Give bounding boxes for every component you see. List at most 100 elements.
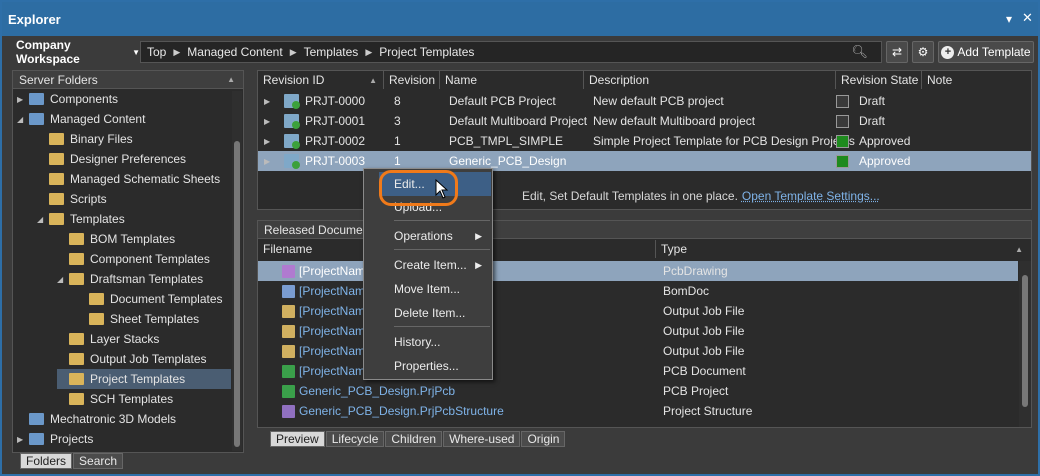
sort-up-icon[interactable]: ▲ [227, 75, 235, 84]
tree-item[interactable]: Layer Stacks [57, 329, 159, 349]
expanded-arrow-icon[interactable]: ◢ [17, 115, 29, 124]
column-name[interactable]: Name [440, 71, 584, 89]
tree-item[interactable]: Project Templates [57, 369, 231, 389]
workspace-selector[interactable]: Company Workspace ▼ [10, 38, 140, 66]
document-row[interactable]: Generic_PCB_Design.PrjPcb PCB Project [258, 381, 1018, 401]
collapsed-arrow-icon[interactable]: ▶ [17, 95, 29, 104]
cell-text: 1 [394, 134, 401, 148]
refresh-button[interactable]: ⇄ [886, 41, 908, 63]
tab-where-used[interactable]: Where-used [443, 431, 521, 447]
column-description[interactable]: Description [584, 71, 836, 89]
tree-item[interactable]: Binary Files [37, 129, 133, 149]
state-color-swatch [836, 94, 849, 108]
revision-row[interactable]: ▶ PRJT-0001 3 Default Multiboard Project New… [258, 111, 1031, 131]
expand-arrow-icon[interactable]: ▶ [264, 131, 270, 151]
close-icon[interactable]: ✕ [1022, 10, 1033, 26]
tree-item[interactable]: Output Job Templates [57, 349, 207, 369]
menu-item-history[interactable]: History... [394, 332, 488, 352]
menu-item-create-item[interactable]: Create Item... ▶ [394, 255, 488, 275]
cell-text: Draft [859, 114, 886, 128]
menu-item-label: Delete Item... [394, 306, 466, 320]
search-icon[interactable]: 🔍︎ [851, 44, 868, 60]
expand-arrow-icon[interactable]: ▶ [264, 111, 270, 131]
column-type[interactable]: Type ▲ [656, 240, 1031, 258]
cell-filename: [ProjectNam [282, 321, 365, 341]
breadcrumb-item[interactable]: Templates [304, 45, 359, 59]
revision-row[interactable]: ▶ PRJT-0002 1 PCB_TMPL_SIMPLE Simple Project… [258, 131, 1031, 151]
document-row[interactable]: Generic_PCB_Design.PrjPcbStructure Projec… [258, 401, 1018, 421]
tree-item[interactable]: ▶ Projects [17, 429, 93, 449]
tree-item[interactable]: Designer Preferences [37, 149, 186, 169]
tree-item[interactable]: Scripts [37, 189, 107, 209]
tree-item[interactable]: ▶ Components [17, 89, 118, 109]
document-tabs: Preview Lifecycle Children Where-used Or… [270, 431, 566, 447]
pin-icon[interactable]: ▾ [1006, 12, 1012, 26]
tree-item[interactable]: ◢ Templates [37, 209, 125, 229]
folder-icon [69, 273, 84, 285]
breadcrumb[interactable]: Top ▶ Managed Content ▶ Templates ▶ Project… [140, 41, 882, 63]
breadcrumb-arrow-icon: ▶ [289, 46, 297, 57]
tree-item[interactable]: BOM Templates [57, 229, 175, 249]
revision-row[interactable]: ▶ PRJT-0000 8 Default PCB Project New defaul… [258, 91, 1031, 111]
tree-item-label: Binary Files [70, 132, 133, 146]
state-color-swatch [836, 134, 849, 148]
explorer-window: Explorer ▾ ✕ Company Workspace ▼ Top ▶ Ma… [0, 0, 1040, 476]
cell-text: New default PCB project [593, 94, 724, 108]
column-revision-state[interactable]: Revision State [836, 71, 922, 89]
tree-item-label: Document Templates [110, 292, 223, 306]
tree-item[interactable]: Managed Schematic Sheets [37, 169, 220, 189]
breadcrumb-arrow-icon: ▶ [365, 46, 373, 57]
tree-item-label: Templates [70, 212, 125, 226]
project-template-icon [284, 94, 300, 109]
column-revision[interactable]: Revision [384, 71, 440, 89]
tree-item[interactable]: Sheet Templates [77, 309, 199, 329]
tree-scrollbar[interactable] [232, 91, 242, 451]
project-template-icon [284, 134, 300, 149]
menu-item-move-item[interactable]: Move Item... [394, 279, 488, 299]
folder-icon [69, 253, 84, 265]
add-template-button[interactable]: + Add Template [938, 41, 1034, 63]
tree-item[interactable]: ◢ Draftsman Templates [57, 269, 203, 289]
tab-folders[interactable]: Folders [20, 453, 73, 469]
tree-item-label: Mechatronic 3D Models [50, 412, 177, 426]
breadcrumb-item[interactable]: Top [147, 45, 166, 59]
expand-arrow-icon[interactable]: ▶ [264, 151, 270, 171]
cell-type: BomDoc [663, 284, 710, 298]
open-template-settings-link[interactable]: Open Template Settings... [742, 189, 880, 203]
settings-button[interactable]: ⚙ [912, 41, 934, 63]
documents-scrollbar[interactable] [1019, 261, 1031, 427]
cell-filename: Generic_PCB_Design.PrjPcb [282, 381, 455, 401]
tree-item-label: Managed Schematic Sheets [70, 172, 221, 186]
tab-origin[interactable]: Origin [521, 431, 566, 447]
menu-item-operations[interactable]: Operations ▶ [394, 226, 488, 246]
tree-item[interactable]: Component Templates [57, 249, 210, 269]
released-documents-title: Released Documents [264, 222, 379, 237]
column-note[interactable]: Note [922, 71, 1031, 89]
menu-item-delete-item[interactable]: Delete Item... [394, 303, 488, 323]
tab-preview[interactable]: Preview [270, 431, 325, 447]
tree-item-label: BOM Templates [90, 232, 176, 246]
tab-children[interactable]: Children [385, 431, 443, 447]
breadcrumb-item[interactable]: Project Templates [379, 45, 474, 59]
tree-item[interactable]: ◢ Managed Content [17, 109, 145, 129]
collapsed-arrow-icon[interactable]: ▶ [17, 435, 29, 444]
breadcrumb-item[interactable]: Managed Content [187, 45, 282, 59]
column-revision-id[interactable]: Revision ID ▲ [258, 71, 384, 89]
tree-scroll-thumb[interactable] [234, 141, 240, 447]
menu-item-properties[interactable]: Properties... [394, 356, 488, 376]
tree-item[interactable]: SCH Templates [57, 389, 173, 409]
expanded-arrow-icon[interactable]: ◢ [37, 215, 49, 224]
tree-item[interactable]: Mechatronic 3D Models [17, 409, 176, 429]
tab-search[interactable]: Search [73, 453, 124, 469]
navigation-bar: Company Workspace ▼ Top ▶ Managed Content… [10, 38, 1034, 66]
expanded-arrow-icon[interactable]: ◢ [57, 275, 69, 284]
cell-id: PRJT-0002 [284, 131, 365, 151]
expand-arrow-icon[interactable]: ▶ [264, 91, 270, 111]
folder-icon [69, 233, 84, 245]
tree-item-label: Scripts [70, 192, 107, 206]
documents-scroll-thumb[interactable] [1022, 275, 1028, 407]
tree-item-label: Managed Content [50, 112, 146, 126]
tree-item[interactable]: Document Templates [77, 289, 223, 309]
tab-lifecycle[interactable]: Lifecycle [325, 431, 385, 447]
server-folders-panel: Server Folders ▲ ▶ Components ◢ Managed Con… [12, 70, 244, 453]
